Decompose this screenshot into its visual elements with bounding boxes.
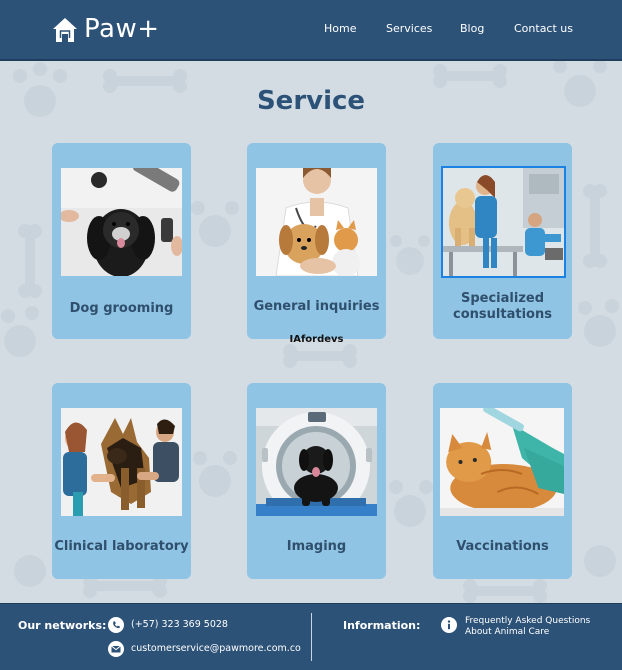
card-label: Specialized consultations — [453, 291, 552, 322]
information-label: Information: — [343, 619, 421, 632]
services-section: Service Dog grooming General inquiries I… — [0, 61, 622, 603]
card-label: General inquiries — [253, 299, 380, 314]
networks-label: Our networks: — [18, 619, 107, 632]
email-address[interactable]: customerservice@pawmore.com.co — [131, 643, 301, 654]
service-card-clinical-laboratory[interactable]: Clinical laboratory — [52, 383, 191, 579]
card-label: Dog grooming — [69, 301, 174, 316]
nav-blog[interactable]: Blog — [460, 22, 484, 38]
nav-contact-us[interactable]: Contact us — [514, 22, 573, 38]
logo-text[interactable]: Paw+ — [84, 14, 160, 44]
dog-grooming-image — [61, 168, 182, 276]
info-icon[interactable] — [441, 617, 457, 633]
card-label: Imaging — [286, 539, 347, 554]
vaccinations-image — [440, 408, 564, 516]
whatsapp-icon[interactable] — [108, 617, 124, 633]
specialized-consultations-image — [441, 166, 566, 278]
card-label: Clinical laboratory — [54, 539, 189, 554]
service-card-vaccinations[interactable]: Vaccinations — [433, 383, 572, 579]
nav-home[interactable]: Home — [324, 22, 356, 38]
nav-services[interactable]: Services — [386, 22, 432, 38]
footer-divider — [311, 613, 312, 661]
service-card-general-inquiries[interactable]: General inquiries — [247, 143, 386, 339]
imaging-image — [256, 408, 377, 516]
service-card-dog-grooming[interactable]: Dog grooming — [52, 143, 191, 339]
service-card-imaging[interactable]: Imaging — [247, 383, 386, 579]
general-inquiries-image — [256, 168, 377, 276]
home-icon[interactable] — [52, 17, 78, 43]
phone-number[interactable]: (+57) 323 369 5028 — [131, 619, 228, 630]
site-header: Paw+ Home Services Blog Contact us — [0, 0, 622, 61]
watermark-text: IAfordevs — [289, 334, 344, 345]
card-label: Vaccinations — [456, 539, 549, 554]
service-card-specialized-consultations[interactable]: Specialized consultations — [433, 143, 572, 339]
clinical-laboratory-image — [61, 408, 182, 516]
faq-link[interactable]: Frequently Asked Questions About Animal … — [465, 616, 605, 638]
site-footer: Our networks: (+57) 323 369 5028 custome… — [0, 603, 622, 670]
page-title: Service — [256, 86, 366, 116]
mail-icon[interactable] — [108, 641, 124, 657]
